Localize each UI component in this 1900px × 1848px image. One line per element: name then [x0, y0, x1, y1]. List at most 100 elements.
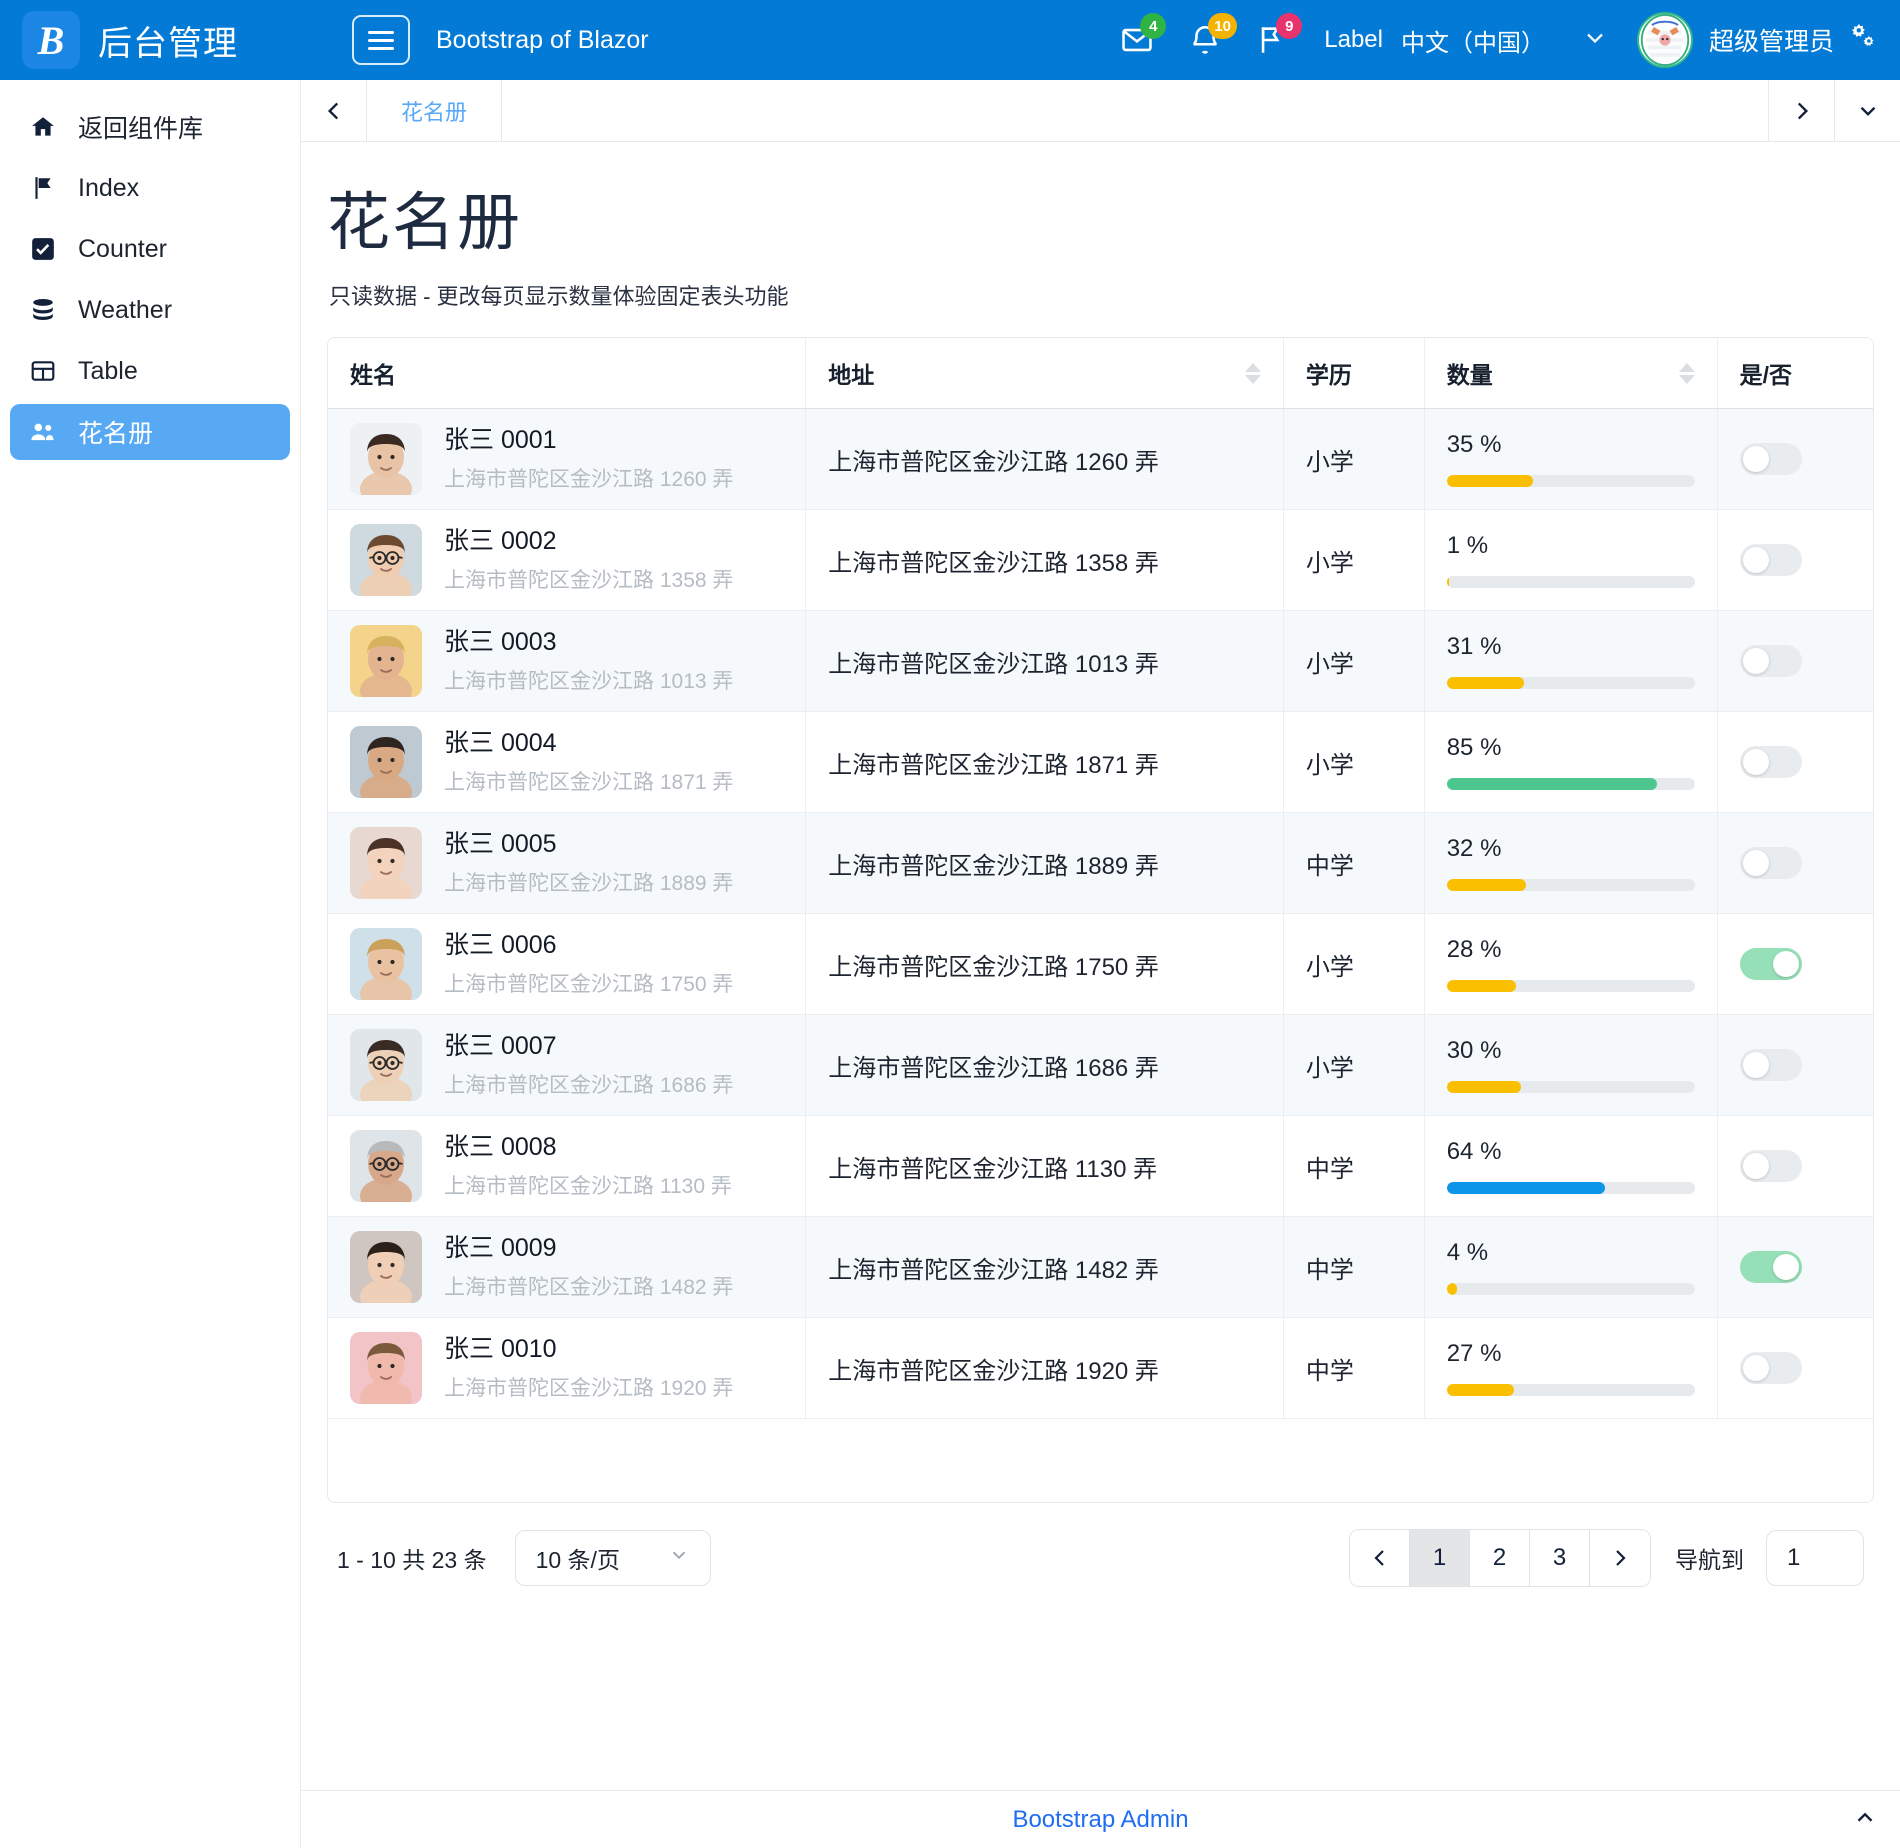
- person-sub-address: 上海市普陀区金沙江路 1358 弄: [444, 569, 734, 593]
- person-sub-address: 上海市普陀区金沙江路 1013 弄: [444, 670, 734, 694]
- people-icon: [28, 418, 58, 446]
- pagination-bar: 1 - 10 共 23 条 10 条/页 123 导航到 1: [327, 1503, 1874, 1613]
- brand-title: 后台管理: [98, 24, 238, 63]
- tab-roster[interactable]: 花名册: [367, 80, 503, 141]
- cell-education: 小学: [1283, 711, 1425, 813]
- cell-name: 张三 0009 上海市普陀区金沙江路 1482 弄: [328, 1216, 807, 1318]
- person-sub-address: 上海市普陀区金沙江路 1871 弄: [444, 771, 734, 795]
- progress-bar: [1446, 980, 1695, 992]
- column-label: 数量: [1446, 362, 1493, 388]
- person-name: 张三 0001: [444, 425, 557, 454]
- cell-name: 张三 0008 上海市普陀区金沙江路 1130 弄: [328, 1115, 807, 1217]
- cell-address: 上海市普陀区金沙江路 1482 弄: [805, 1216, 1284, 1318]
- column-header-education: 学历: [1283, 338, 1425, 409]
- cell-address: 上海市普陀区金沙江路 1750 弄: [805, 913, 1284, 1015]
- flag-icon[interactable]: 9: [1256, 13, 1303, 57]
- toggle-switch[interactable]: [1739, 443, 1802, 475]
- navbar-right: 4 10 9 Label 中文（中国） 超级管理员: [1120, 12, 1878, 68]
- sidebar-item-return-component-library[interactable]: 返回组件库: [10, 99, 290, 155]
- sort-icon[interactable]: [1678, 362, 1695, 384]
- sidebar-item-table[interactable]: Table: [10, 343, 290, 399]
- pagination-prev[interactable]: [1350, 1530, 1410, 1586]
- goto-input[interactable]: 1: [1766, 1530, 1864, 1586]
- table-row[interactable]: 张三 0005 上海市普陀区金沙江路 1889 弄 上海市普陀区金沙江路 188…: [328, 812, 1873, 914]
- progress-bar: [1446, 475, 1695, 487]
- avatar: [350, 1231, 422, 1303]
- column-header-yesno: 是/否: [1717, 338, 1873, 409]
- count-value: 4 %: [1446, 1239, 1489, 1266]
- footer-link[interactable]: Bootstrap Admin: [1012, 1806, 1188, 1834]
- tab-dropdown-button[interactable]: [1834, 80, 1900, 141]
- pagination-page[interactable]: 2: [1470, 1530, 1530, 1586]
- avatar: [350, 827, 422, 899]
- language-selector[interactable]: 中文（中国）: [1401, 23, 1545, 58]
- count-value: 85 %: [1446, 734, 1502, 761]
- sidebar-item-weather[interactable]: Weather: [10, 282, 290, 338]
- table-row[interactable]: 张三 0009 上海市普陀区金沙江路 1482 弄 上海市普陀区金沙江路 148…: [328, 1216, 1873, 1318]
- count-value: 27 %: [1446, 1340, 1502, 1367]
- table-row[interactable]: 张三 0004 上海市普陀区金沙江路 1871 弄 上海市普陀区金沙江路 187…: [328, 711, 1873, 813]
- column-header-address[interactable]: 地址: [805, 338, 1284, 409]
- cell-toggle: [1717, 913, 1873, 1015]
- toggle-switch[interactable]: [1739, 1352, 1802, 1384]
- toggle-switch[interactable]: [1739, 544, 1802, 576]
- pagination-page[interactable]: 3: [1530, 1530, 1590, 1586]
- brand[interactable]: B 后台管理: [22, 11, 352, 69]
- toggle-switch[interactable]: [1739, 1251, 1802, 1283]
- table-body: 张三 0001 上海市普陀区金沙江路 1260 弄 上海市普陀区金沙江路 126…: [328, 408, 1873, 1419]
- cell-education: 小学: [1283, 913, 1425, 1015]
- cell-toggle: [1717, 1317, 1873, 1419]
- sort-icon[interactable]: [1244, 362, 1261, 384]
- goto-label: 导航到: [1675, 1547, 1744, 1573]
- pagination-next[interactable]: [1590, 1530, 1650, 1586]
- page-size-select[interactable]: 10 条/页: [514, 1530, 711, 1586]
- toggle-switch[interactable]: [1739, 645, 1802, 677]
- column-header-count[interactable]: 数量: [1424, 338, 1718, 409]
- chevron-down-icon[interactable]: [1581, 24, 1609, 57]
- table-row[interactable]: 张三 0008 上海市普陀区金沙江路 1130 弄 上海市普陀区金沙江路 113…: [328, 1115, 1873, 1217]
- cell-education: 小学: [1283, 509, 1425, 611]
- envelope-icon[interactable]: 4: [1120, 13, 1167, 57]
- avatar[interactable]: [1636, 12, 1693, 68]
- table-row[interactable]: 张三 0010 上海市普陀区金沙江路 1920 弄 上海市普陀区金沙江路 192…: [328, 1317, 1873, 1419]
- nav-label: Label: [1324, 26, 1383, 53]
- person: 张三 0006 上海市普陀区金沙江路 1750 弄: [350, 928, 783, 1000]
- table-card: 姓名 地址 学历 数量 是/否 张三 0001 上海市普陀区金沙江路 1260 …: [327, 337, 1874, 1503]
- sidebar-item-index[interactable]: Index: [10, 160, 290, 216]
- table-row[interactable]: 张三 0003 上海市普陀区金沙江路 1013 弄 上海市普陀区金沙江路 101…: [328, 610, 1873, 712]
- table-row[interactable]: 张三 0002 上海市普陀区金沙江路 1358 弄 上海市普陀区金沙江路 135…: [328, 509, 1873, 611]
- cell-education: 小学: [1283, 1014, 1425, 1116]
- count-value: 28 %: [1446, 936, 1502, 963]
- progress-bar: [1446, 1384, 1695, 1396]
- avatar: [350, 423, 422, 495]
- cell-count: 27 %: [1424, 1317, 1718, 1419]
- table-row[interactable]: 张三 0006 上海市普陀区金沙江路 1750 弄 上海市普陀区金沙江路 175…: [328, 913, 1873, 1015]
- sidebar-item-roster[interactable]: 花名册: [10, 404, 290, 460]
- page-title: 花名册: [327, 188, 522, 258]
- bell-icon[interactable]: 10: [1188, 13, 1237, 57]
- hamburger-icon[interactable]: [352, 15, 410, 65]
- tab-spacer: [502, 80, 1768, 141]
- gears-icon[interactable]: [1846, 22, 1878, 59]
- progress-bar: [1446, 1081, 1695, 1093]
- cell-count: 85 %: [1424, 711, 1718, 813]
- progress-bar: [1446, 879, 1695, 891]
- tab-prev-button[interactable]: [301, 80, 367, 141]
- toggle-switch[interactable]: [1739, 746, 1802, 778]
- toggle-switch[interactable]: [1739, 1150, 1802, 1182]
- toggle-switch[interactable]: [1739, 847, 1802, 879]
- database-icon: [28, 297, 58, 323]
- cell-education: 中学: [1283, 812, 1425, 914]
- tab-next-button[interactable]: [1768, 80, 1834, 141]
- table-row[interactable]: 张三 0001 上海市普陀区金沙江路 1260 弄 上海市普陀区金沙江路 126…: [328, 408, 1873, 510]
- user-name[interactable]: 超级管理员: [1709, 22, 1834, 58]
- app-title: Bootstrap of Blazor: [436, 25, 649, 54]
- toggle-switch[interactable]: [1739, 1049, 1802, 1081]
- table-row[interactable]: 张三 0007 上海市普陀区金沙江路 1686 弄 上海市普陀区金沙江路 168…: [328, 1014, 1873, 1116]
- person-text: 张三 0001 上海市普陀区金沙江路 1260 弄: [444, 425, 733, 493]
- chevron-up-icon[interactable]: [1852, 1804, 1878, 1835]
- pagination-page[interactable]: 1: [1410, 1530, 1470, 1586]
- cell-address: 上海市普陀区金沙江路 1871 弄: [805, 711, 1284, 813]
- sidebar-item-counter[interactable]: Counter: [10, 221, 290, 277]
- toggle-switch[interactable]: [1739, 948, 1802, 980]
